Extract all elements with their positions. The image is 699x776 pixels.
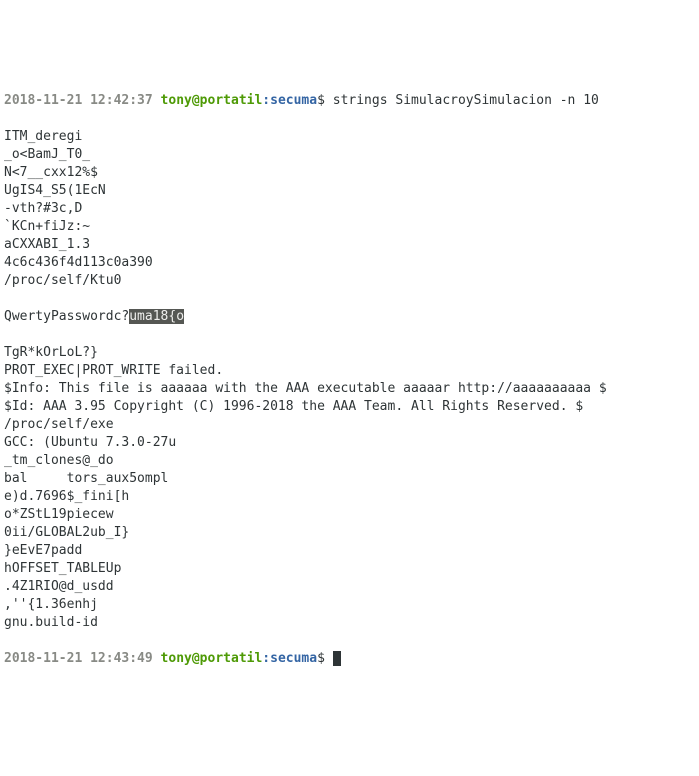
timestamp-1: 2018-11-21 12:42:37 <box>4 93 153 108</box>
output-block-after: TgR*kOrLoL?}PROT_EXEC|PROT_WRITE failed.… <box>4 344 695 632</box>
cursor <box>333 651 341 666</box>
prompt-symbol-2: $ <box>317 651 333 666</box>
output-line: TgR*kOrLoL?} <box>4 344 695 362</box>
output-line: $Id: AAA 3.95 Copyright (C) 1996-2018 th… <box>4 398 695 416</box>
cwd-2: secuma <box>270 651 317 666</box>
highlight-text: uma18{o <box>129 309 184 324</box>
output-line: }eEvE7padd <box>4 542 695 560</box>
output-line: aCXXABI_1.3 <box>4 236 695 254</box>
output-line: _o<BamJ_T0_ <box>4 146 695 164</box>
output-line: hOFFSET_TABLEUp <box>4 560 695 578</box>
output-line: o*ZStL19piecew <box>4 506 695 524</box>
highlight-before: QwertyPasswordc? <box>4 309 129 324</box>
output-line: /proc/self/exe <box>4 416 695 434</box>
output-block: ITM_deregi_o<BamJ_T0_N<7__cxx12%$UgIS4_S… <box>4 128 695 290</box>
user-host-1: tony@portatil <box>161 93 263 108</box>
cwd-1: secuma <box>270 93 317 108</box>
terminal[interactable]: 2018-11-21 12:42:37 tony@portatil:secuma… <box>4 74 695 686</box>
user-host-2: tony@portatil <box>161 651 263 666</box>
highlighted-output-line: QwertyPasswordc?uma18{o <box>4 308 695 326</box>
output-line: gnu.build-id <box>4 614 695 632</box>
output-line: $Info: This file is aaaaaa with the AAA … <box>4 380 695 398</box>
output-line: /proc/self/Ktu0 <box>4 272 695 290</box>
output-line: ,''{1.36enhj <box>4 596 695 614</box>
prompt-symbol-1: $ <box>317 93 333 108</box>
prompt-line-2: 2018-11-21 12:43:49 tony@portatil:secuma… <box>4 650 695 668</box>
command-text: strings SimulacroySimulacion -n 10 <box>333 93 599 108</box>
output-line: _tm_clones@_do <box>4 452 695 470</box>
prompt-line-1: 2018-11-21 12:42:37 tony@portatil:secuma… <box>4 92 695 110</box>
output-line: .4Z1RIO@d_usdd <box>4 578 695 596</box>
timestamp-2: 2018-11-21 12:43:49 <box>4 651 153 666</box>
output-line: UgIS4_S5(1EcN <box>4 182 695 200</box>
output-line: bal tors_aux5ompl <box>4 470 695 488</box>
output-line: -vth?#3c,D <box>4 200 695 218</box>
output-line: 0ii/GLOBAL2ub_I} <box>4 524 695 542</box>
output-line: N<7__cxx12%$ <box>4 164 695 182</box>
output-line: ITM_deregi <box>4 128 695 146</box>
output-line: GCC: (Ubuntu 7.3.0-27u <box>4 434 695 452</box>
output-line: PROT_EXEC|PROT_WRITE failed. <box>4 362 695 380</box>
output-line: e)d.7696$_fini[h <box>4 488 695 506</box>
separator-1: : <box>262 93 270 108</box>
output-line: `KCn+fiJz:~ <box>4 218 695 236</box>
output-line: 4c6c436f4d113c0a390 <box>4 254 695 272</box>
separator-2: : <box>262 651 270 666</box>
